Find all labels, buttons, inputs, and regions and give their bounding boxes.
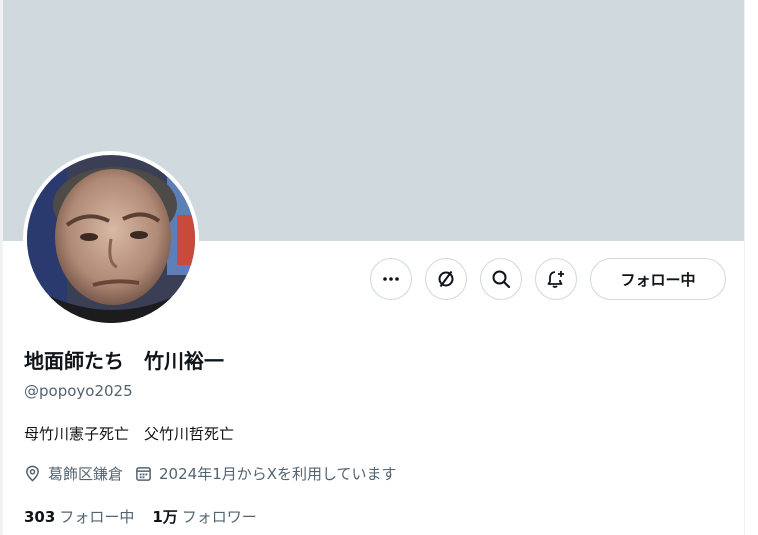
- search-button[interactable]: [480, 258, 522, 300]
- following-label: フォロー中: [59, 508, 135, 526]
- grok-icon: [438, 270, 454, 288]
- following-count: 303: [24, 508, 56, 526]
- followers-label: フォロワー: [181, 508, 257, 526]
- following-button[interactable]: フォロー中: [590, 258, 726, 300]
- avatar[interactable]: [23, 151, 199, 327]
- notify-button[interactable]: [535, 258, 577, 300]
- display-name: 地面師たち 竹川裕一: [24, 349, 224, 373]
- follow-stats: 303 フォロー中 1万 フォロワー: [24, 506, 275, 527]
- user-handle: @popoyo2025: [24, 382, 133, 400]
- profile-page: フォロー中 地面師たち 竹川裕一 @popoyo2025 母竹川憲子死亡 父竹川…: [0, 0, 758, 535]
- followers-stat[interactable]: 1万 フォロワー: [152, 506, 256, 527]
- joined-text: 2024年1月からXを利用しています: [159, 465, 397, 483]
- location-item: 葛飾区鎌倉: [24, 463, 123, 484]
- joined-item: 2024年1月からXを利用しています: [135, 463, 397, 484]
- profile-actions: フォロー中: [370, 257, 726, 301]
- profile-bio: 母竹川憲子死亡 父竹川哲死亡: [24, 425, 235, 443]
- bell-plus-icon: [547, 271, 564, 288]
- right-border: [744, 0, 758, 535]
- following-stat[interactable]: 303 フォロー中: [24, 506, 134, 527]
- more-icon: [383, 277, 399, 281]
- calendar-icon: [136, 467, 151, 481]
- grok-button[interactable]: [425, 258, 467, 300]
- avatar-photo: [27, 155, 195, 323]
- search-icon: [492, 270, 511, 289]
- location-pin-icon: [26, 465, 39, 482]
- profile-meta: 葛飾区鎌倉 2024年1月からXを利用しています: [24, 463, 409, 484]
- more-button[interactable]: [370, 258, 412, 300]
- followers-count: 1万: [152, 508, 178, 526]
- location-text: 葛飾区鎌倉: [48, 465, 124, 483]
